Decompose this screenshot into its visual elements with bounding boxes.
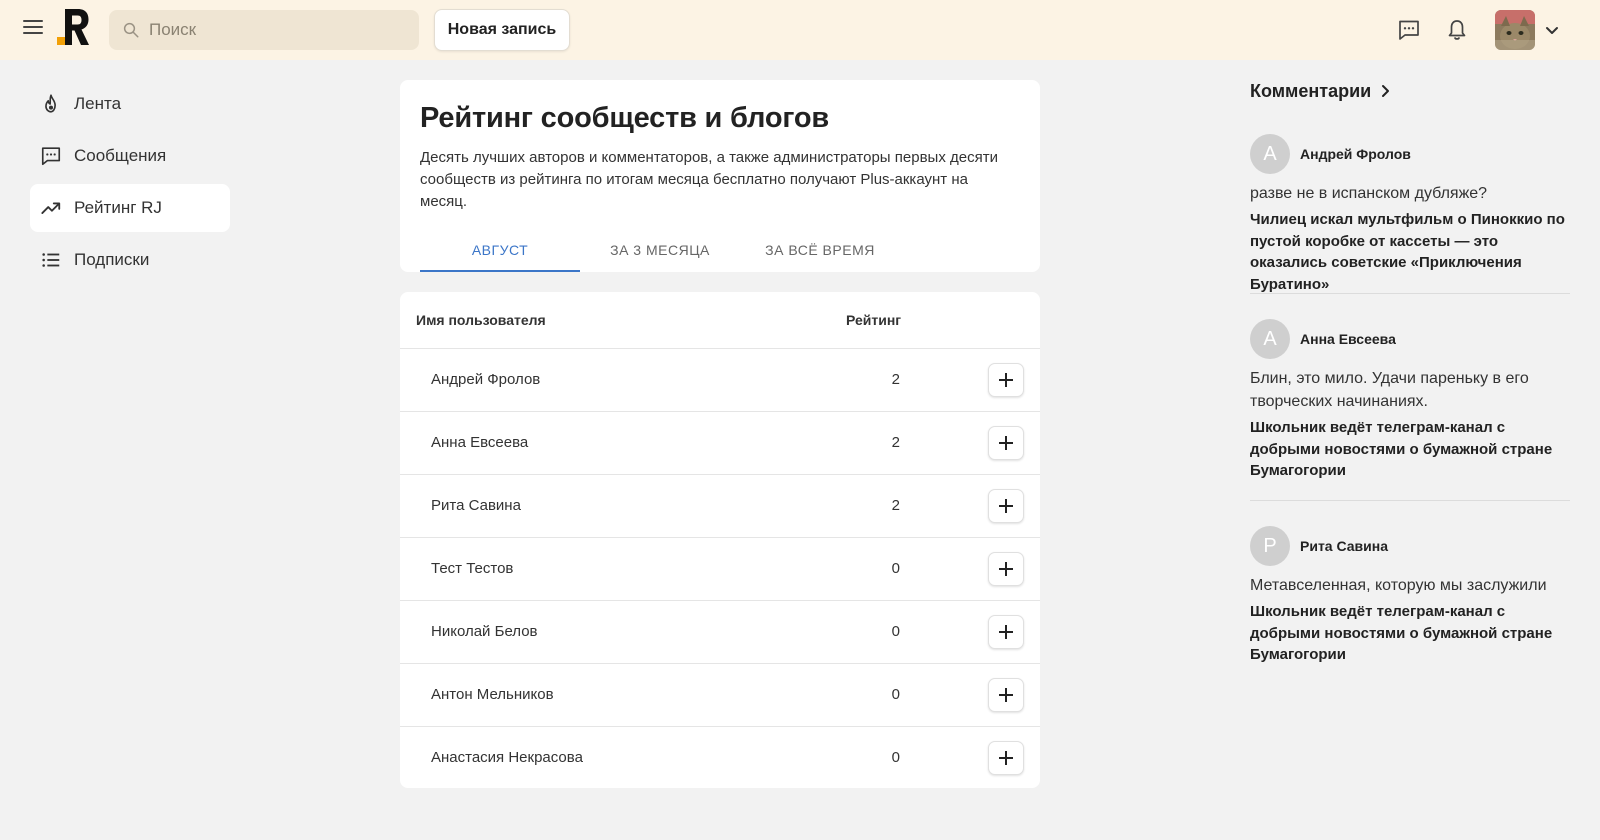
- table-row: Антон Мельников 0: [400, 663, 1040, 726]
- column-header-name: Имя пользователя: [416, 312, 546, 328]
- comment-text: Блин, это мило. Удачи пареньку в его тво…: [1250, 370, 1529, 410]
- plus-icon: [999, 688, 1013, 702]
- table-row: Анна Евсеева 2: [400, 411, 1040, 474]
- comments-panel: Комментарии А Андрей Фролов разве не в и…: [1250, 78, 1570, 666]
- user-name[interactable]: Андрей Фролов: [431, 371, 540, 388]
- search-icon: [123, 22, 139, 38]
- avatar[interactable]: А: [1250, 319, 1290, 359]
- comment-author[interactable]: Андрей Фролов: [1300, 146, 1411, 162]
- table-row: Тест Тестов 0: [400, 537, 1040, 600]
- subscribe-button[interactable]: [988, 615, 1024, 649]
- subscribe-button[interactable]: [988, 678, 1024, 712]
- sidebar-item-rating[interactable]: Рейтинг RJ: [30, 184, 230, 232]
- plus-icon: [999, 562, 1013, 576]
- comment-author[interactable]: Рита Савина: [1300, 538, 1388, 554]
- user-name[interactable]: Рита Савина: [431, 497, 521, 514]
- period-tabs: АВГУСТ ЗА 3 МЕСЯЦА ЗА ВСЁ ВРЕМЯ: [420, 234, 900, 272]
- tab-august[interactable]: АВГУСТ: [420, 234, 580, 272]
- plus-icon: [999, 436, 1013, 450]
- avatar[interactable]: А: [1250, 134, 1290, 174]
- rating-header-card: Рейтинг сообществ и блогов Десять лучших…: [400, 80, 1040, 272]
- comment-item: А Анна Евсеева Блин, это мило. Удачи пар…: [1250, 319, 1570, 501]
- list-icon: [42, 253, 60, 267]
- user-rating: 0: [891, 686, 900, 703]
- table-row: Андрей Фролов 2: [400, 348, 1040, 411]
- user-rating: 0: [891, 560, 900, 577]
- new-post-button[interactable]: Новая запись: [434, 9, 570, 51]
- comment-text: разве не в испанском дубляже?: [1250, 185, 1488, 202]
- search-input[interactable]: [149, 20, 409, 40]
- user-name[interactable]: Антон Мельников: [431, 686, 554, 703]
- logo[interactable]: [57, 9, 91, 45]
- user-name[interactable]: Николай Белов: [431, 623, 538, 640]
- subscribe-button[interactable]: [988, 363, 1024, 397]
- sidebar-item-feed[interactable]: Лента: [30, 80, 230, 128]
- trending-up-icon: [41, 202, 61, 214]
- user-name[interactable]: Анна Евсеева: [431, 434, 528, 451]
- comment-post-link[interactable]: Школьник ведёт телеграм-канал с добрыми …: [1250, 417, 1570, 482]
- comment-author[interactable]: Анна Евсеева: [1300, 331, 1396, 347]
- page-title: Рейтинг сообществ и блогов: [420, 102, 830, 134]
- user-rating: 0: [891, 623, 900, 640]
- user-rating: 2: [891, 497, 900, 514]
- subscribe-button[interactable]: [988, 552, 1024, 586]
- fire-icon: [45, 94, 56, 113]
- sidebar-nav: Лента Сообщения Рейтинг RJ Подписки: [30, 80, 230, 288]
- sidebar-item-label: Рейтинг RJ: [74, 198, 162, 217]
- sidebar-item-label: Лента: [74, 94, 122, 113]
- plus-icon: [999, 499, 1013, 513]
- rating-table: Имя пользователя Рейтинг Андрей Фролов 2…: [400, 292, 1040, 788]
- chevron-down-icon[interactable]: [1544, 22, 1560, 38]
- page-description: Десять лучших авторов и комментаторов, а…: [420, 149, 998, 210]
- table-row: Николай Белов 0: [400, 600, 1040, 663]
- user-name[interactable]: Тест Тестов: [431, 560, 513, 577]
- user-rating: 2: [891, 371, 900, 388]
- sidebar-item-messages[interactable]: Сообщения: [30, 132, 230, 180]
- chevron-right-icon: [1382, 85, 1390, 97]
- column-header-rating: Рейтинг: [846, 312, 902, 328]
- plus-icon: [999, 373, 1013, 387]
- user-rating: 0: [891, 749, 900, 766]
- subscribe-button[interactable]: [988, 741, 1024, 775]
- sidebar-item-label: Подписки: [74, 250, 150, 269]
- message-icon: [41, 147, 61, 166]
- plus-icon: [999, 751, 1013, 765]
- subscribe-button[interactable]: [988, 426, 1024, 460]
- comment-post-link[interactable]: Чилиец искал мультфильм о Пиноккио по пу…: [1250, 209, 1570, 295]
- table-row: Анастасия Некрасова 0: [400, 726, 1040, 789]
- user-avatar[interactable]: [1495, 10, 1535, 50]
- search-bar[interactable]: [109, 10, 419, 50]
- bell-icon[interactable]: [1445, 18, 1469, 42]
- tab-3-months[interactable]: ЗА 3 МЕСЯЦА: [580, 234, 740, 272]
- user-name[interactable]: Анастасия Некрасова: [431, 749, 583, 766]
- comments-title: Комментарии: [1250, 80, 1372, 101]
- comment-item: А Андрей Фролов разве не в испанском дуб…: [1250, 134, 1570, 294]
- table-row: Рита Савина 2: [400, 474, 1040, 537]
- comments-header-link[interactable]: Комментарии: [1250, 78, 1570, 104]
- top-header: Новая запись: [0, 0, 1600, 60]
- plus-icon: [999, 625, 1013, 639]
- menu-icon[interactable]: [23, 20, 43, 40]
- tab-all-time[interactable]: ЗА ВСЁ ВРЕМЯ: [740, 234, 900, 272]
- sidebar-item-label: Сообщения: [74, 146, 167, 165]
- chat-icon[interactable]: [1397, 18, 1421, 42]
- user-rating: 2: [891, 434, 900, 451]
- avatar[interactable]: Р: [1250, 526, 1290, 566]
- comment-text: Метавселенная, которую мы заслужили: [1250, 577, 1547, 594]
- sidebar-item-subscriptions[interactable]: Подписки: [30, 236, 230, 284]
- subscribe-button[interactable]: [988, 489, 1024, 523]
- comment-item: Р Рита Савина Метавселенная, которую мы …: [1250, 526, 1570, 666]
- comment-post-link[interactable]: Школьник ведёт телеграм-канал с добрыми …: [1250, 601, 1570, 666]
